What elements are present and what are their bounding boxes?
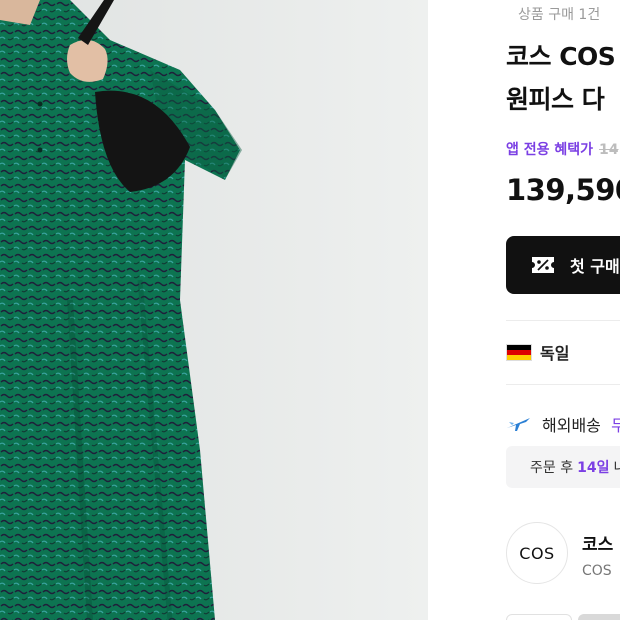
delivery-suffix: 내 (613, 460, 620, 476)
brand-sub: COS (582, 563, 612, 579)
brand-row[interactable]: COS 코스 COS (506, 522, 613, 584)
purchase-count: 상품 구매 1건 (518, 7, 601, 23)
origin-row: 독일 (506, 340, 569, 364)
percent-coupon-icon (530, 254, 556, 276)
product-title-line2: 원피스 다 (506, 85, 605, 114)
divider (506, 320, 620, 321)
shipping-row: 해외배송 무 (506, 412, 620, 436)
delivery-prefix: 주문 후 (530, 460, 574, 476)
brand-logo[interactable]: COS (506, 522, 568, 584)
shipping-label: 해외배송 무 (542, 416, 620, 435)
product-image[interactable] (0, 0, 428, 620)
delivery-days: 14일 (577, 460, 610, 476)
original-price: 14 (599, 142, 619, 158)
first-purchase-coupon-button[interactable]: 첫 구매 (506, 236, 620, 294)
product-photo (0, 0, 428, 620)
bottom-button-outline[interactable] (506, 614, 572, 620)
origin-label: 독일 (540, 344, 570, 363)
brand-name[interactable]: 코스 (582, 530, 613, 555)
divider (506, 384, 620, 385)
bottom-button-filled[interactable] (578, 614, 620, 620)
germany-flag-icon (506, 343, 532, 361)
app-price-label: 앱 전용 혜택가 (506, 142, 594, 158)
product-info-panel: 상품 구매 1건 코스 COS 원피스 다 앱 전용 혜택가 14 139,590… (428, 0, 620, 620)
coupon-label: 첫 구매 (570, 257, 620, 276)
product-title-line1: 코스 COS (506, 42, 616, 71)
delivery-estimate: 주문 후 14일 내 (506, 446, 620, 488)
sale-price: 139,590 (506, 173, 620, 207)
app-price-row: 앱 전용 혜택가 14 (506, 139, 619, 159)
airplane-icon (506, 414, 532, 434)
bottom-buttons (506, 614, 620, 620)
